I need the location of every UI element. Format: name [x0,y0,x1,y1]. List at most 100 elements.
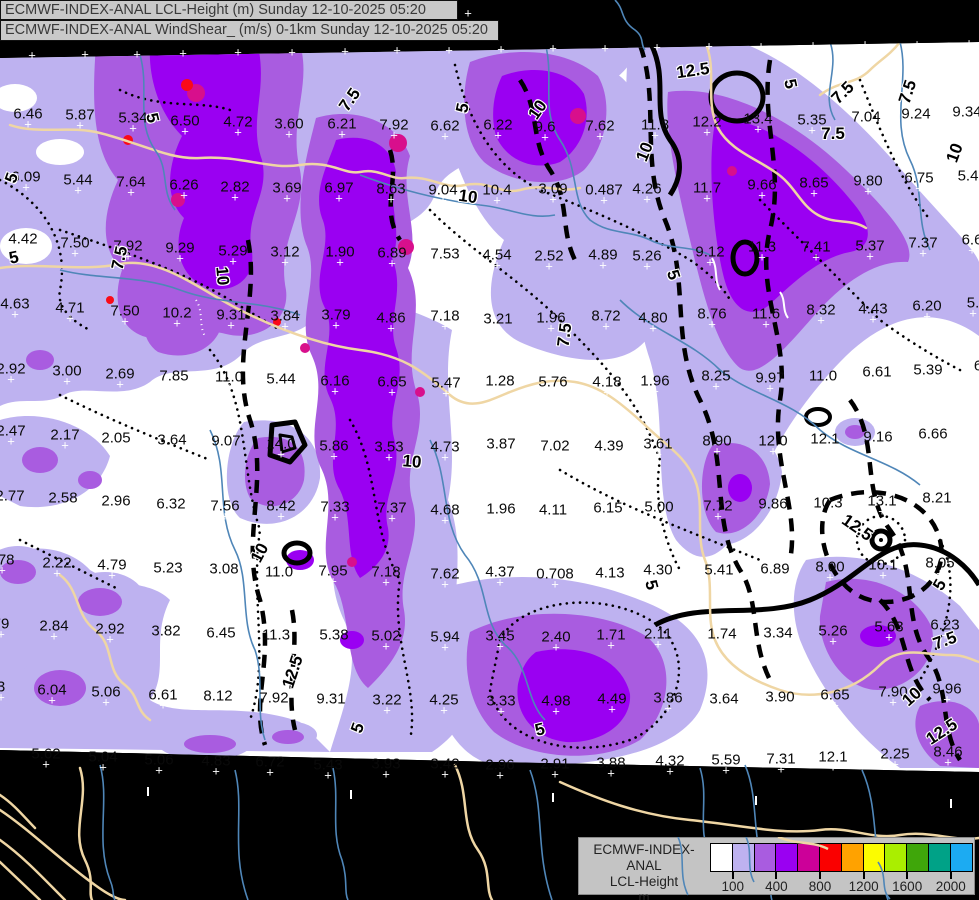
legend-swatch [841,843,864,872]
station-value: 5.23 [153,559,183,577]
graticule-tick [950,799,952,808]
station-value: 5.39 [913,361,943,379]
station-value: 2.22 [42,554,72,572]
station-value: 6.66 [918,425,948,443]
graticule-tick [350,790,352,799]
station-value: 8.76 [697,305,727,323]
station-value: 6.22 [483,116,513,134]
station-value: 4.80 [638,309,668,327]
station-value: 2.92 [95,620,125,638]
station-value: 11.3 [747,238,777,256]
legend-swatch [798,843,820,872]
station-value: 4.30 [643,561,673,579]
station-value: 12.2 [692,113,722,131]
station-value: 3.90 [765,688,795,706]
station-value: 5.38 [319,626,349,644]
station-value: 6.75 [904,169,934,187]
station-value: 7.72 [703,497,733,515]
graticule-cross: + [81,46,89,62]
station-value: 3.42 [430,755,460,773]
graticule-cross: + [234,44,242,60]
contour-label: 10 [457,185,479,208]
graticule-tick [552,793,554,802]
station-value: 8.21 [922,489,952,507]
station-value: 5.94 [430,628,460,646]
station-value: 2.82 [220,178,250,196]
station-value: 7.41 [801,238,831,256]
legend-swatch [907,843,929,872]
station-value: 3.09 [538,180,568,198]
station-value: 5.02 [371,627,401,645]
station-value: 7.92 [259,689,289,707]
station-value: 2.25 [880,745,910,763]
station-value: 9.24 [901,105,931,123]
station-value: 5.06 [91,683,121,701]
legend-title-model: ECMWF-INDEX-ANAL [593,842,695,873]
contour-label: 7.5 [553,322,576,348]
legend-tick-mark [731,872,734,879]
station-value: 9.96 [932,680,962,698]
legend-tick-label: 1200 [848,879,879,894]
lcl-field [0,42,979,772]
station-value: 8.00 [815,558,845,576]
station-value: 10.3 [813,494,843,512]
station-value: 4.86 [376,309,406,327]
station-value: 7.85 [159,367,189,385]
legend-tick-label: 400 [765,879,788,894]
station-value: 2.92 [0,360,26,378]
station-value: 4.71 [55,299,85,317]
station-value: 12.1 [810,430,840,448]
station-value: 2.52 [534,247,564,265]
station-value: 5.04 [88,748,118,766]
title-bar-windshear: ECMWF-INDEX-ANAL WindShear_ (m/s) 0-1km … [0,20,499,41]
station-value: 4.79 [97,556,127,574]
station-value: 2.40 [541,628,571,646]
station-value: 11.3 [261,626,291,644]
graticule-cross: + [179,45,187,61]
station-value: 7.37 [908,234,938,252]
station-value: 2.96 [485,756,515,774]
legend-title-param: LCL-Height [609,874,679,889]
station-value: 4.25 [429,691,459,709]
station-value: 4.32 [655,752,685,770]
station-value: 3.84 [270,307,300,325]
legend-tick-mark [949,872,952,879]
station-value: 5.86 [319,437,349,455]
station-value: 8.63 [376,180,406,198]
station-value: 6.62 [430,117,460,135]
station-value: 6.16 [320,372,350,390]
station-value: 6.89 [377,244,407,262]
station-value: 9.86 [758,495,788,513]
station-value: 9.29 [165,239,195,257]
graticule-cross: + [809,37,817,53]
graticule-cross: + [861,36,869,52]
title-lcl-text: ECMWF-INDEX-ANAL LCL-Height (m) Sunday 1… [5,2,426,18]
station-value: 9.12 [695,243,725,261]
station-value: 6.32 [156,495,186,513]
station-value: 7.56 [210,497,240,515]
station-value: 12.0 [758,432,788,450]
station-value: 7.50 [110,302,140,320]
station-value: 1.90 [325,243,355,261]
station-value: 9.04 [428,181,458,199]
graticule-tick [755,796,757,805]
graticule-cross: + [757,38,765,54]
station-value: 0.708 [536,565,574,583]
station-value: 7.33 [320,498,350,516]
station-value: 2.47 [0,422,26,440]
station-value: 11.8 [640,116,670,134]
station-value: 7.02 [540,437,570,455]
graticule-cross: + [601,40,609,56]
station-value: 4.98 [541,692,571,710]
station-value: 3.60 [274,115,304,133]
station-value: 3.22 [372,691,402,709]
legend-titles: ECMWF-INDEX-ANAL LCL-Height m [581,842,707,900]
station-value: 2.05 [101,429,131,447]
graticule-cross: + [497,41,505,57]
station-value: 1.96 [640,372,670,390]
station-value: 11.0 [808,367,838,385]
legend-tick-label: 800 [808,879,832,894]
station-value: 6 [973,357,979,375]
station-value: 6.45 [206,624,236,642]
legend-swatch [885,843,908,872]
